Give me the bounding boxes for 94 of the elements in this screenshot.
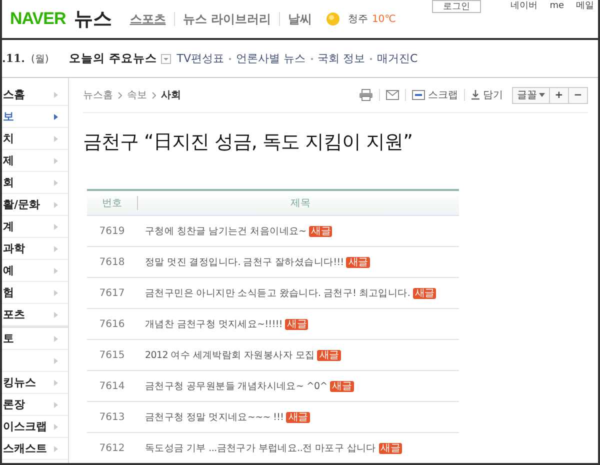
arrow-icon (54, 380, 58, 386)
font-increase-button[interactable]: + (549, 86, 569, 104)
top-link[interactable]: 메일 (576, 0, 594, 12)
sidebar-item[interactable]: 론장 (2, 394, 68, 416)
sun-icon (326, 12, 340, 26)
column-header: 번호 (101, 197, 123, 210)
number-cell-text: 7617 (98, 288, 126, 298)
number-cell-text: 7619 (98, 226, 126, 236)
arrow-icon (54, 446, 58, 452)
arrow-icon (54, 336, 58, 342)
number-cell-text: 7614 (98, 380, 126, 392)
sidebar-item[interactable]: 계 (2, 216, 68, 238)
arrow-icon (54, 158, 58, 164)
nav-link[interactable]: TV편성표 (176, 51, 224, 66)
breadcrumb-link[interactable]: 뉴스홈 (83, 88, 113, 102)
nav-link[interactable]: 매거진C (377, 51, 418, 66)
top-link[interactable]: me (550, 0, 564, 12)
nav-link[interactable]: 국회 정보 (318, 51, 366, 66)
chevron-right-icon (152, 92, 156, 98)
date: .11. (2, 52, 25, 65)
arrow-icon (54, 290, 58, 296)
sidebar-item[interactable]: 예 (2, 260, 68, 282)
new-badge: 새글 (285, 318, 308, 330)
article-title: 금천구 “日지진 성금, 독도 지킴이 지원” (83, 130, 414, 155)
sidebar-item[interactable]: 과학 (2, 238, 68, 260)
sidebar-item[interactable]: 이스크랩 (2, 416, 68, 438)
new-badge: 새글 (330, 380, 354, 392)
column-header: 제목 (137, 196, 459, 210)
new-badge: 새글 (378, 442, 402, 454)
sidebar-item[interactable]: 보 (2, 106, 68, 128)
sidebar-item[interactable]: 치 (2, 128, 68, 150)
sidebar-item[interactable]: 토 (2, 328, 68, 350)
save-button[interactable]: 담기 (471, 88, 503, 102)
post-title-link[interactable]: 2012 여수 세계박람회 자원봉사자 모집 (145, 350, 315, 360)
print-icon[interactable] (359, 89, 373, 101)
arrow-icon (54, 424, 58, 430)
chevron-right-icon (118, 92, 122, 98)
header-link[interactable]: 뉴스 라이브러리 (182, 10, 271, 28)
scrap-button[interactable]: 스크랩 (412, 88, 458, 102)
new-badge: 새글 (317, 350, 341, 360)
scrap-icon (412, 90, 425, 100)
temperature: 10℃ (372, 14, 396, 24)
new-badge: 새글 (309, 226, 332, 236)
number-cell-text: 7615 (98, 350, 126, 360)
top-link[interactable]: 네이버 (510, 0, 538, 12)
post-title-link[interactable]: 독도성금 기부 ...금천구가 부럽네요..전 마포구 삽니다 (145, 442, 376, 454)
nav-link[interactable]: 언론사별 뉴스 (236, 51, 306, 66)
new-badge: 새글 (346, 256, 370, 268)
post-title-link[interactable]: 개념찬 금천구청 멋지세요~!!!!! (145, 318, 282, 330)
sidebar-item[interactable]: 제 (2, 150, 68, 172)
weekday: (월) (30, 52, 49, 66)
arrow-icon (54, 202, 58, 208)
arrow-icon (54, 136, 58, 142)
main-news-link[interactable]: 오늘의 주요뉴스 (68, 51, 157, 66)
sidebar-item[interactable]: 활/문화 (2, 194, 68, 216)
sidebar-item[interactable]: 스캐스트 (2, 438, 68, 460)
sidebar-item[interactable]: 회 (2, 172, 68, 194)
arrow-icon (54, 402, 58, 408)
header-link[interactable]: 스포츠 (130, 10, 166, 28)
news-title: 뉴스 (74, 7, 112, 32)
font-decrease-button[interactable]: − (568, 86, 588, 104)
sidebar-item[interactable]: 스홈 (2, 84, 68, 106)
font-button[interactable]: 글꼴 (512, 86, 550, 104)
breadcrumb-link[interactable]: 속보 (127, 88, 147, 102)
new-badge: 새글 (412, 288, 436, 298)
arrow-icon (54, 358, 58, 364)
login-button[interactable]: 로그인 (432, 0, 481, 13)
post-title-link[interactable]: 구청에 칭찬글 남기는건 처음이네요~ (145, 226, 306, 236)
arrow-icon (54, 180, 58, 186)
number-cell-text: 7612 (98, 442, 126, 454)
download-icon (471, 90, 480, 100)
post-title-link[interactable]: 금천구청 공무원분들 개념차시네요~ ^0^ (145, 380, 328, 392)
weather-city: 청주 (348, 13, 368, 26)
arrow-icon (54, 114, 58, 120)
caret-icon (539, 93, 545, 97)
number-cell-text: 7616 (98, 318, 126, 330)
number-cell-text: 7613 (98, 412, 126, 422)
arrow-icon (54, 312, 58, 318)
mail-icon[interactable] (386, 90, 399, 100)
sidebar-item[interactable]: 킹뉴스 (2, 372, 68, 394)
post-title-link[interactable]: 금천구청 정말 멋지네요~~~ !!! (145, 412, 284, 422)
sidebar-item[interactable]: 포츠 (2, 304, 68, 326)
post-title-link[interactable]: 금천구민은 아니지만 소식듣고 왔습니다. 금천구! 최고입니다. (145, 288, 410, 298)
arrow-icon (54, 268, 58, 274)
arrow-icon (54, 92, 58, 98)
arrow-icon (54, 246, 58, 252)
arrow-icon (54, 224, 58, 230)
header-link[interactable]: 날씨 (288, 10, 312, 28)
sidebar-item[interactable]: 험 (2, 282, 68, 304)
dropdown-icon[interactable] (160, 54, 171, 64)
post-title-link[interactable]: 정말 멋진 결정입니다. 금천구 잘하셨습니다!!! (145, 256, 344, 268)
breadcrumb-link[interactable]: 사회 (161, 88, 181, 102)
number-cell-text: 7618 (98, 256, 126, 268)
new-badge: 새글 (286, 412, 310, 422)
